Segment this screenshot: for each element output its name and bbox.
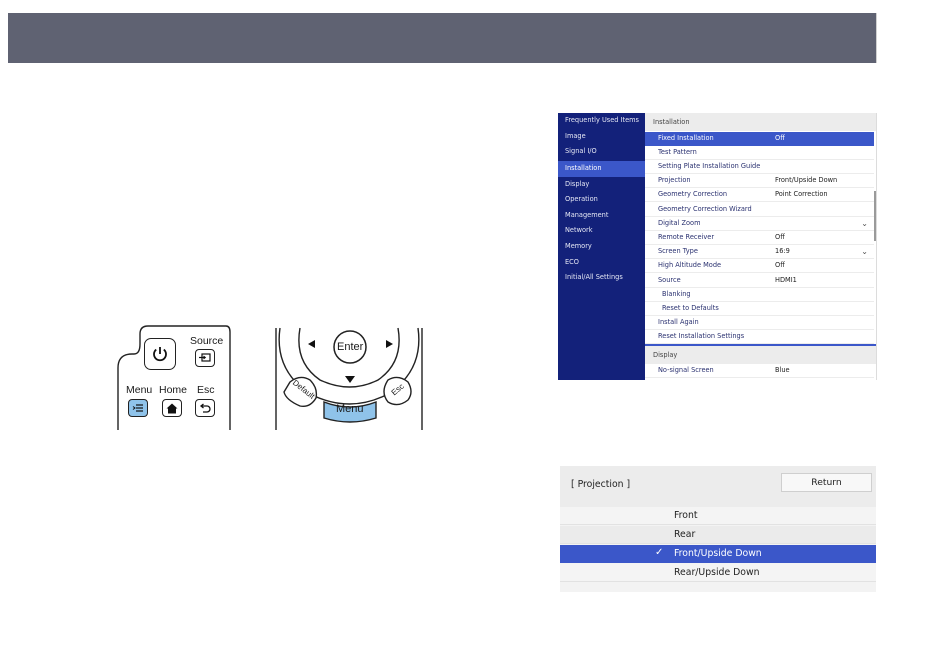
source-label: Source (190, 335, 224, 347)
sidebar-item-image[interactable]: Image (558, 129, 645, 145)
dialog-title: [ Projection ] (571, 479, 631, 490)
remote-control-bottom: Enter Default Menu Esc (270, 322, 428, 432)
menu-button-large[interactable]: Menu (336, 403, 364, 415)
section-header-display: Display (645, 345, 876, 364)
remote-control-top: Source Menu Home Esc (112, 322, 234, 432)
menu-row-no-signal-screen[interactable]: No-signal Screen Blue (645, 364, 874, 378)
dialog-header: [ Projection ] Return (560, 466, 876, 507)
menu-row-setting-plate-guide[interactable]: Setting Plate Installation Guide (645, 160, 874, 175)
menu-list-icon (132, 404, 143, 412)
esc-label: Esc (197, 384, 215, 396)
menu-row-install-again[interactable]: Install Again (645, 316, 874, 331)
return-arrow-icon (199, 402, 211, 413)
menu-row-blanking[interactable]: Blanking (645, 288, 874, 302)
sidebar-item-operation[interactable]: Operation (558, 192, 645, 208)
menu-row-source[interactable]: Source HDMI1 (645, 274, 874, 288)
menu-row-test-pattern[interactable]: Test Pattern (645, 146, 874, 160)
power-icon (153, 347, 167, 362)
home-button[interactable] (162, 399, 182, 417)
return-button[interactable]: Return (781, 473, 872, 492)
power-button[interactable] (144, 338, 176, 370)
esc-button[interactable] (195, 399, 215, 417)
projection-dialog: [ Projection ] Return Front Rear ✓ Front… (560, 466, 876, 592)
sidebar-item-memory[interactable]: Memory (558, 239, 645, 255)
remote-dpad-outline (275, 327, 423, 430)
projector-menu: Frequently Used Items Image Signal I/O I… (558, 113, 877, 380)
menu-row-remote-receiver[interactable]: Remote Receiver Off (645, 231, 874, 246)
sidebar-item-network[interactable]: Network (558, 223, 645, 239)
menu-row-reset-to-defaults[interactable]: Reset to Defaults (645, 302, 874, 317)
chevron-down-icon: ⌄ (861, 218, 868, 228)
menu-button[interactable] (128, 399, 148, 417)
menu-row-reset-installation-settings[interactable]: Reset Installation Settings (645, 330, 874, 345)
menu-label: Menu (126, 384, 153, 396)
menu-scrollbar[interactable] (874, 191, 876, 241)
menu-row-screen-type[interactable]: Screen Type 16:9 ⌄ (645, 245, 874, 260)
menu-row-fixed-installation[interactable]: Fixed Installation Off (645, 131, 874, 146)
sidebar-item-management[interactable]: Management (558, 208, 645, 224)
option-front-upside-down[interactable]: ✓ Front/Upside Down (560, 545, 876, 563)
home-label: Home (159, 384, 188, 396)
source-input-icon (199, 353, 211, 362)
section-header-installation: Installation (645, 113, 876, 131)
menu-row-projection[interactable]: Projection Front/Upside Down (645, 174, 874, 189)
sidebar-item-eco[interactable]: ECO (558, 255, 645, 271)
menu-row-high-altitude-mode[interactable]: High Altitude Mode Off (645, 259, 874, 274)
option-rear[interactable]: Rear (560, 526, 876, 544)
sidebar-item-installation[interactable]: Installation (558, 161, 645, 177)
header-bar (8, 13, 876, 63)
menu-row-geometry-correction-wizard[interactable]: Geometry Correction Wizard (645, 203, 874, 217)
menu-row-geometry-correction[interactable]: Geometry Correction Point Correction (645, 188, 874, 203)
menu-content: Installation Fixed Installation Off Test… (645, 113, 876, 380)
home-icon (166, 403, 178, 413)
menu-row-digital-zoom[interactable]: Digital Zoom ⌄ (645, 217, 874, 231)
sidebar-item-display[interactable]: Display (558, 177, 645, 193)
enter-button[interactable]: Enter (337, 341, 363, 353)
chevron-down-icon: ⌄ (861, 247, 868, 257)
option-front[interactable]: Front (560, 507, 876, 525)
sidebar-item-initial-all-settings[interactable]: Initial/All Settings (558, 270, 645, 286)
option-rear-upside-down[interactable]: Rear/Upside Down (560, 564, 876, 582)
checkmark-icon: ✓ (655, 547, 664, 558)
sidebar-item-signal-io[interactable]: Signal I/O (558, 144, 645, 160)
menu-sidebar: Frequently Used Items Image Signal I/O I… (558, 113, 645, 380)
sidebar-item-frequently-used[interactable]: Frequently Used Items (558, 113, 645, 129)
source-button[interactable] (195, 349, 215, 367)
header-bar-edge (876, 13, 877, 63)
